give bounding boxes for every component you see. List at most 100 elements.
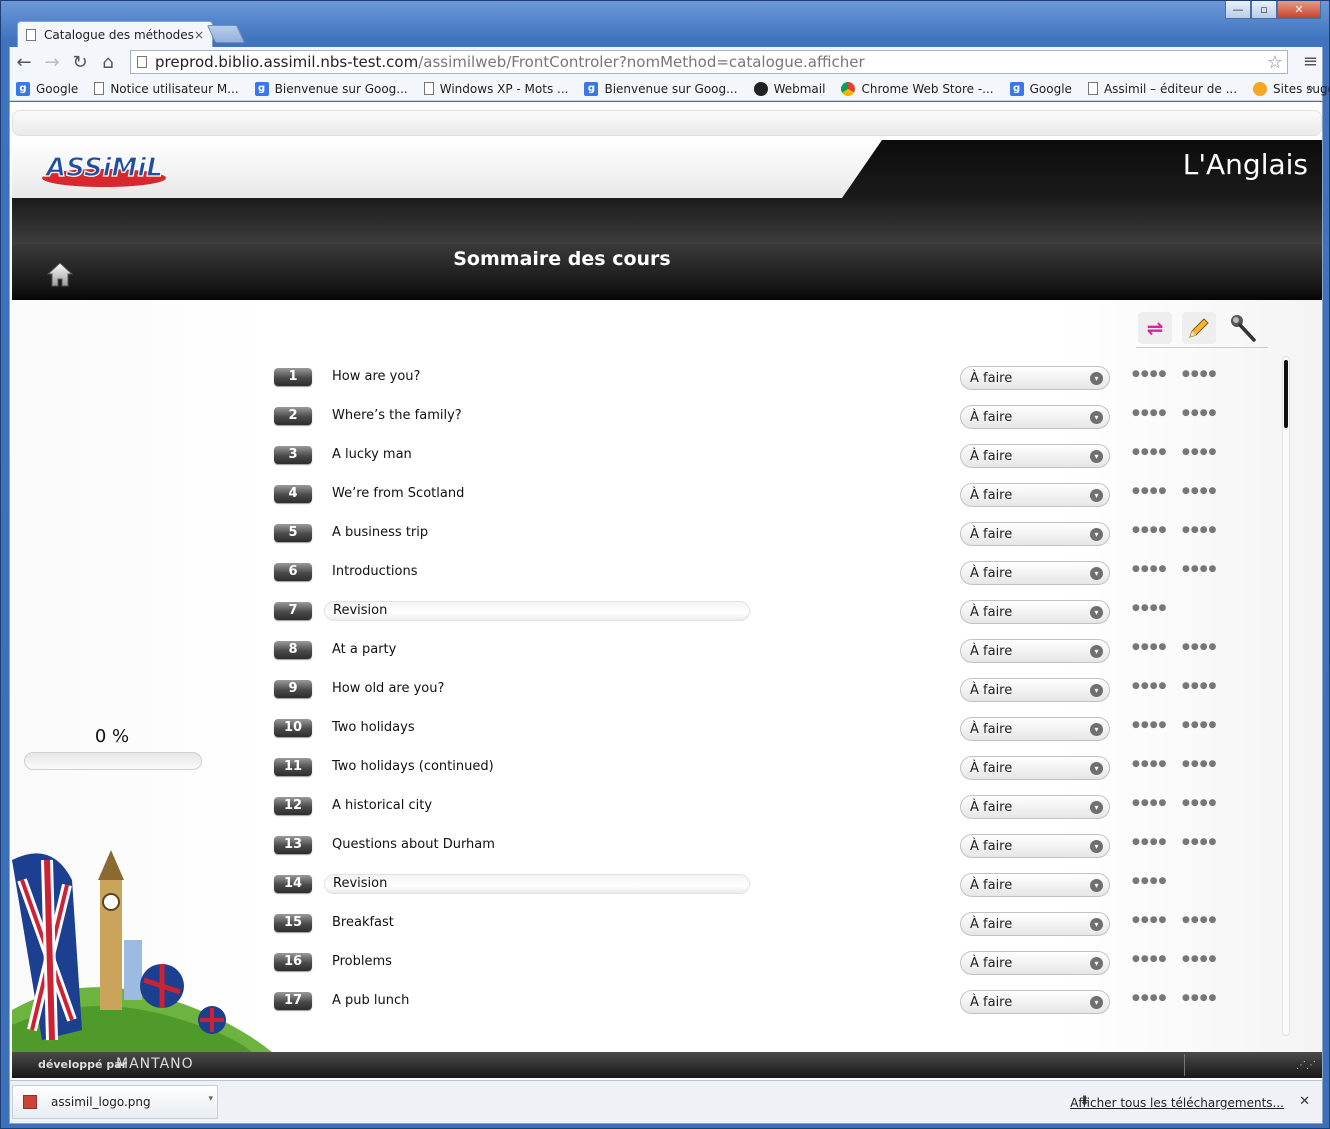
close-shelf-icon[interactable]: ✕ <box>1299 1094 1310 1109</box>
lesson-rating-dots[interactable]: ●●●● <box>1132 369 1167 379</box>
lesson-status-select[interactable]: À faire ▾ <box>960 405 1110 429</box>
tab-catalogue[interactable]: Catalogue des méthodes × <box>17 21 213 47</box>
lesson-row[interactable]: 5 A business trip À faire ▾ ●●●● ●●●● <box>274 520 1274 559</box>
lesson-row[interactable]: 15 Breakfast À faire ▾ ●●●● ●●●● <box>274 910 1274 949</box>
assimil-logo[interactable]: ASSiMiL <box>42 152 170 188</box>
lesson-title[interactable]: Questions about Durham <box>332 836 495 854</box>
lesson-row[interactable]: 8 At a party À faire ▾ ●●●● ●●●● <box>274 637 1274 676</box>
lesson-row[interactable]: 3 A lucky man À faire ▾ ●●●● ●●●● <box>274 442 1274 481</box>
lesson-status-select[interactable]: À faire ▾ <box>960 600 1110 624</box>
bookmark-item[interactable]: Assimil – éditeur de ... <box>1087 82 1237 96</box>
address-bar[interactable]: preprod.biblio.assimil.nbs-test.com /ass… <box>130 50 1288 74</box>
lesson-rating-dots[interactable]: ●●●● <box>1132 642 1167 652</box>
lesson-status-select[interactable]: À faire ▾ <box>960 639 1110 663</box>
exercise-rating-dots[interactable]: ●●●● <box>1182 681 1217 691</box>
lesson-status-select[interactable]: À faire ▾ <box>960 717 1110 741</box>
lesson-row[interactable]: 7 Revision À faire ▾ ●●●● <box>274 598 1274 637</box>
download-item[interactable]: assimil_logo.png ▾ <box>12 1085 218 1119</box>
resize-grip-icon[interactable]: ⋰⋰ <box>1296 1060 1316 1071</box>
lesson-rating-dots[interactable]: ●●●● <box>1132 408 1167 418</box>
lesson-status-select[interactable]: À faire ▾ <box>960 678 1110 702</box>
pencil-icon[interactable] <box>1182 311 1216 344</box>
lesson-title[interactable]: How are you? <box>332 368 420 386</box>
scrollbar-track[interactable] <box>1282 356 1290 1036</box>
bookmark-item[interactable]: Notice utilisateur M... <box>94 82 239 96</box>
lesson-rating-dots[interactable]: ●●●● <box>1132 603 1167 613</box>
lesson-rating-dots[interactable]: ●●●● <box>1132 837 1167 847</box>
scrollbar-thumb[interactable] <box>1284 360 1288 428</box>
show-all-downloads-link[interactable]: Afficher tous les téléchargements... <box>1070 1096 1284 1110</box>
lesson-row[interactable]: 4 We’re from Scotland À faire ▾ ●●●● ●●●● <box>274 481 1274 520</box>
lesson-title[interactable]: Introductions <box>332 563 418 581</box>
lesson-rating-dots[interactable]: ●●●● <box>1132 993 1167 1003</box>
lesson-status-select[interactable]: À faire ▾ <box>960 873 1110 897</box>
bookmark-item[interactable]: Windows XP - Mots ... <box>423 82 568 96</box>
lesson-title[interactable]: A lucky man <box>332 446 412 464</box>
lesson-title[interactable]: A historical city <box>332 797 432 815</box>
lesson-status-select[interactable]: À faire ▾ <box>960 795 1110 819</box>
lesson-row[interactable]: 12 A historical city À faire ▾ ●●●● ●●●● <box>274 793 1274 832</box>
lesson-rating-dots[interactable]: ●●●● <box>1132 798 1167 808</box>
lesson-rating-dots[interactable]: ●●●● <box>1132 759 1167 769</box>
exercise-rating-dots[interactable]: ●●●● <box>1182 486 1217 496</box>
lesson-row[interactable]: 11 Two holidays (continued) À faire ▾ ●●●● ●●… <box>274 754 1274 793</box>
lesson-rating-dots[interactable]: ●●●● <box>1132 915 1167 925</box>
footer-brand[interactable]: MANTANO <box>116 1056 194 1072</box>
exercise-rating-dots[interactable]: ●●●● <box>1182 915 1217 925</box>
lesson-row[interactable]: 13 Questions about Durham À faire ▾ ●●●● ●●●● <box>274 832 1274 871</box>
lesson-rating-dots[interactable]: ●●●● <box>1132 525 1167 535</box>
back-button[interactable]: ← <box>10 48 38 76</box>
home-nav-button[interactable]: ⌂ <box>94 48 122 76</box>
exercise-rating-dots[interactable]: ●●●● <box>1182 993 1217 1003</box>
lesson-title[interactable]: Breakfast <box>332 914 394 932</box>
lesson-row[interactable]: 17 A pub lunch À faire ▾ ●●●● ●●●● <box>274 988 1274 1027</box>
lesson-status-select[interactable]: À faire ▾ <box>960 483 1110 507</box>
bookmark-item[interactable]: Chrome Web Store -... <box>841 81 994 96</box>
lesson-title[interactable]: Where’s the family? <box>332 407 462 425</box>
exercise-rating-dots[interactable]: ●●●● <box>1182 408 1217 418</box>
lesson-row[interactable]: 9 How old are you? À faire ▾ ●●●● ●●●● <box>274 676 1274 715</box>
lesson-status-select[interactable]: À faire ▾ <box>960 522 1110 546</box>
lesson-title[interactable]: Problems <box>332 953 392 971</box>
bookmarks-more-icon[interactable]: » <box>1307 81 1314 95</box>
lesson-row[interactable]: 6 Introductions À faire ▾ ●●●● ●●●● <box>274 559 1274 598</box>
exercise-rating-dots[interactable]: ●●●● <box>1182 564 1217 574</box>
lesson-title[interactable]: Revision <box>324 874 750 894</box>
bookmark-item[interactable]: g Google <box>16 81 78 96</box>
exercise-rating-dots[interactable]: ●●●● <box>1182 798 1217 808</box>
exercise-rating-dots[interactable]: ●●●● <box>1182 720 1217 730</box>
close-window-button[interactable]: ✕ <box>1277 1 1321 19</box>
lesson-row[interactable]: 1 How are you? À faire ▾ ●●●● ●●●● <box>274 364 1274 403</box>
exercise-rating-dots[interactable]: ●●●● <box>1182 759 1217 769</box>
lesson-status-select[interactable]: À faire ▾ <box>960 444 1110 468</box>
bookmark-item[interactable]: g Bienvenue sur Goog... <box>254 81 408 96</box>
exercise-rating-dots[interactable]: ●●●● <box>1182 369 1217 379</box>
download-menu-icon[interactable]: ▾ <box>208 1094 213 1104</box>
exercise-rating-dots[interactable]: ●●●● <box>1182 447 1217 457</box>
exercise-rating-dots[interactable]: ●●●● <box>1182 954 1217 964</box>
lesson-row[interactable]: 16 Problems À faire ▾ ●●●● ●●●● <box>274 949 1274 988</box>
lesson-rating-dots[interactable]: ●●●● <box>1132 876 1167 886</box>
lesson-status-select[interactable]: À faire ▾ <box>960 366 1110 390</box>
bookmark-item[interactable]: Webmail <box>753 81 825 96</box>
lesson-row[interactable]: 2 Where’s the family? À faire ▾ ●●●● ●●●● <box>274 403 1274 442</box>
lesson-title[interactable]: Revision <box>324 601 750 621</box>
microphone-icon[interactable] <box>1226 312 1260 344</box>
lesson-title[interactable]: A pub lunch <box>332 992 409 1010</box>
reload-button[interactable]: ↻ <box>66 48 94 76</box>
lesson-row[interactable]: 14 Revision À faire ▾ ●●●● <box>274 871 1274 910</box>
lesson-title[interactable]: Two holidays (continued) <box>332 758 494 776</box>
bookmark-item[interactable]: g Bienvenue sur Goog... <box>584 81 738 96</box>
lesson-title[interactable]: How old are you? <box>332 680 444 698</box>
swap-icon[interactable]: ⇌ <box>1138 311 1172 344</box>
bookmark-item[interactable]: g Google <box>1009 81 1072 96</box>
lesson-rating-dots[interactable]: ●●●● <box>1132 954 1167 964</box>
bookmark-star-icon[interactable]: ☆ <box>1267 52 1283 73</box>
lesson-status-select[interactable]: À faire ▾ <box>960 561 1110 585</box>
lesson-rating-dots[interactable]: ●●●● <box>1132 564 1167 574</box>
exercise-rating-dots[interactable]: ●●●● <box>1182 525 1217 535</box>
lesson-rating-dots[interactable]: ●●●● <box>1132 447 1167 457</box>
lesson-title[interactable]: A business trip <box>332 524 428 542</box>
lesson-rating-dots[interactable]: ●●●● <box>1132 681 1167 691</box>
lesson-rating-dots[interactable]: ●●●● <box>1132 486 1167 496</box>
